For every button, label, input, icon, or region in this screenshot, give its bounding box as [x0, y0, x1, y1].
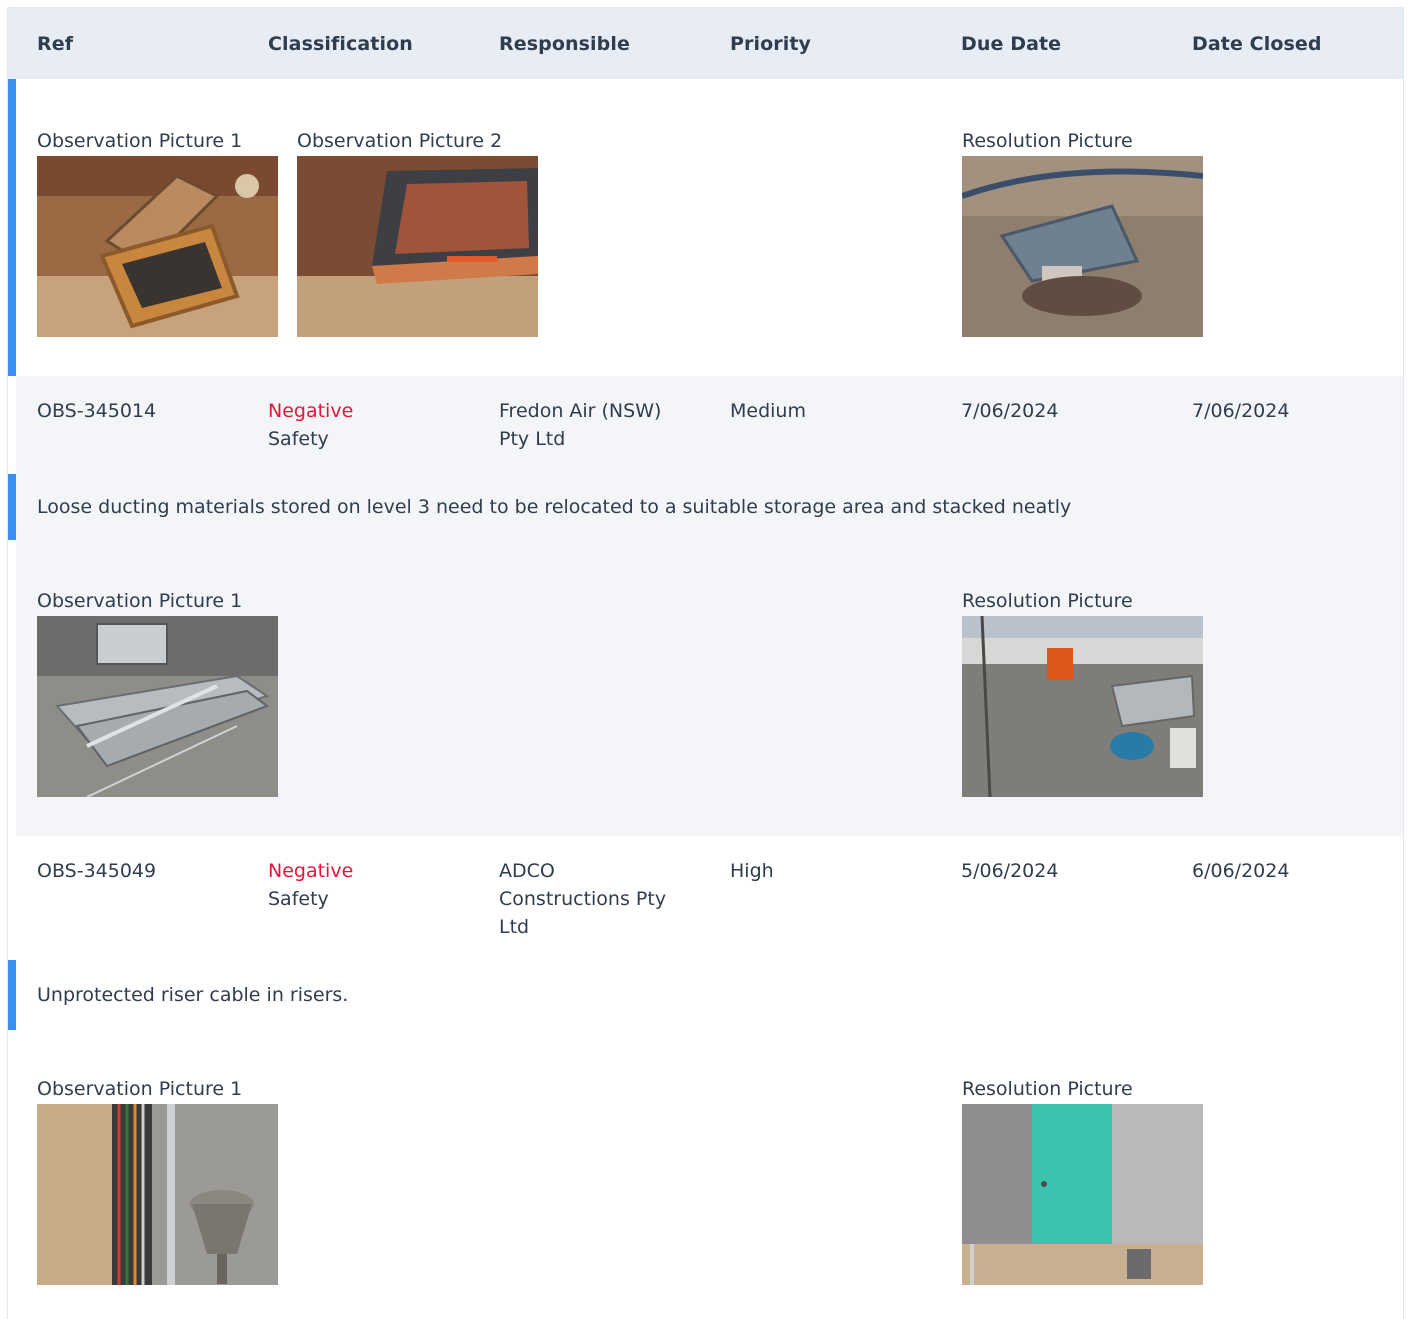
column-header-classification[interactable]: Classification — [268, 33, 413, 55]
row-accent-bar — [8, 474, 16, 540]
photo-icon — [37, 616, 278, 797]
row-accent-bar — [8, 960, 16, 1030]
photo-icon — [962, 1104, 1203, 1285]
observation-description: Loose ducting materials stored on level … — [37, 496, 1072, 518]
resolution-picture-label: Resolution Picture — [962, 1078, 1133, 1100]
resolution-picture-label: Resolution Picture — [962, 590, 1133, 612]
observations-table: Ref Classification Responsible Priority … — [7, 7, 1404, 1319]
photo-icon — [962, 156, 1203, 337]
classification-category: Safety — [268, 888, 329, 910]
observation-picture-1-label: Observation Picture 1 — [37, 130, 243, 152]
classification-type: Negative — [268, 860, 354, 882]
due-date-value: 5/06/2024 — [961, 860, 1059, 882]
photo-icon — [962, 616, 1203, 797]
classification-category: Safety — [268, 428, 329, 450]
priority-value: High — [730, 860, 774, 882]
date-closed-value: 6/06/2024 — [1192, 860, 1290, 882]
observation-picture-1-photo[interactable] — [37, 616, 278, 797]
row-accent-bar — [8, 79, 16, 376]
resolution-picture-photo[interactable] — [962, 616, 1203, 797]
photo-icon — [37, 156, 278, 337]
date-closed-value: 7/06/2024 — [1192, 400, 1290, 422]
observation-picture-1-photo[interactable] — [37, 1104, 278, 1285]
photo-icon — [297, 156, 538, 337]
responsible-party: Ltd — [499, 916, 530, 938]
responsible-party: Fredon Air (NSW) — [499, 400, 662, 422]
observation-picture-2-label: Observation Picture 2 — [297, 130, 503, 152]
observation-picture-1-label: Observation Picture 1 — [37, 1078, 243, 1100]
column-header-due-date[interactable]: Due Date — [961, 33, 1061, 55]
table-header: Ref Classification Responsible Priority … — [8, 8, 1403, 79]
record-ref[interactable]: OBS-345049 — [37, 857, 156, 885]
column-header-responsible[interactable]: Responsible — [499, 33, 630, 55]
photo-icon — [37, 1104, 278, 1285]
classification-type: Negative — [268, 400, 354, 422]
observation-description: Unprotected riser cable in risers. — [37, 984, 349, 1006]
resolution-picture-photo[interactable] — [962, 1104, 1203, 1285]
responsible-party: ADCO — [499, 860, 555, 882]
column-header-date-closed[interactable]: Date Closed — [1192, 33, 1322, 55]
resolution-picture-label: Resolution Picture — [962, 130, 1133, 152]
priority-value: Medium — [730, 400, 806, 422]
column-header-priority[interactable]: Priority — [730, 33, 811, 55]
record-ref[interactable]: OBS-345014 — [37, 397, 156, 425]
observation-picture-2-photo[interactable] — [297, 156, 538, 337]
column-header-ref[interactable]: Ref — [37, 33, 73, 55]
responsible-party: Constructions Pty — [499, 888, 667, 910]
responsible-party: Pty Ltd — [499, 428, 566, 450]
resolution-picture-photo[interactable] — [962, 156, 1203, 337]
observation-picture-1-label: Observation Picture 1 — [37, 590, 243, 612]
observation-picture-1-photo[interactable] — [37, 156, 278, 337]
due-date-value: 7/06/2024 — [961, 400, 1059, 422]
